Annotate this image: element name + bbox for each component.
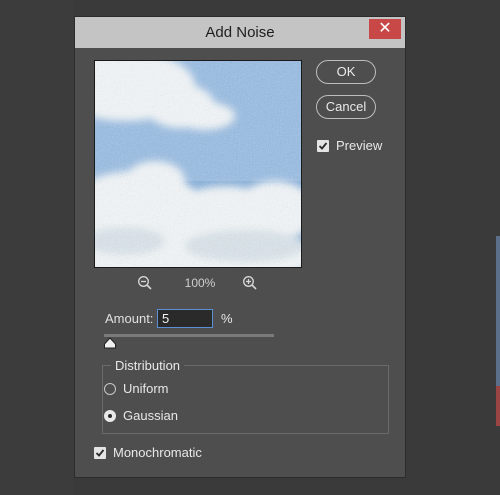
ok-button[interactable]: OK <box>316 60 376 84</box>
checkmark-icon <box>95 449 105 457</box>
zoom-in-icon[interactable] <box>242 275 258 291</box>
amount-unit: % <box>221 311 233 326</box>
preview-checkbox[interactable] <box>317 140 329 152</box>
background-accent-red <box>496 386 500 426</box>
distribution-group <box>102 365 389 434</box>
amount-label: Amount: <box>105 311 154 326</box>
gaussian-label[interactable]: Gaussian <box>123 408 178 423</box>
zoom-controls: 100% <box>137 274 267 292</box>
background-accent-blue <box>496 236 500 386</box>
add-noise-dialog: Add Noise ✕ 100% OK Cancel Preview Amoun… <box>74 16 406 478</box>
close-icon: ✕ <box>378 20 392 37</box>
distribution-legend: Distribution <box>111 358 185 373</box>
amount-input[interactable] <box>157 309 213 328</box>
amount-slider-thumb[interactable] <box>103 337 117 349</box>
monochromatic-label: Monochromatic <box>113 445 202 460</box>
uniform-label[interactable]: Uniform <box>123 381 169 396</box>
uniform-radio[interactable] <box>104 383 116 395</box>
cancel-button[interactable]: Cancel <box>316 95 376 119</box>
checkmark-icon <box>318 142 328 150</box>
zoom-out-icon[interactable] <box>137 275 153 291</box>
dialog-title: Add Noise <box>205 24 275 41</box>
background-panel-left <box>0 0 74 495</box>
monochromatic-checkbox[interactable] <box>94 447 106 459</box>
amount-slider-track[interactable] <box>104 334 274 337</box>
title-bar[interactable]: Add Noise ✕ <box>75 17 405 48</box>
cloudy-sky-image <box>95 61 301 267</box>
gaussian-radio[interactable] <box>104 410 116 422</box>
preview-label: Preview <box>336 138 383 153</box>
preview-image[interactable] <box>94 60 302 268</box>
zoom-level: 100% <box>184 276 216 290</box>
close-button[interactable]: ✕ <box>369 19 401 39</box>
